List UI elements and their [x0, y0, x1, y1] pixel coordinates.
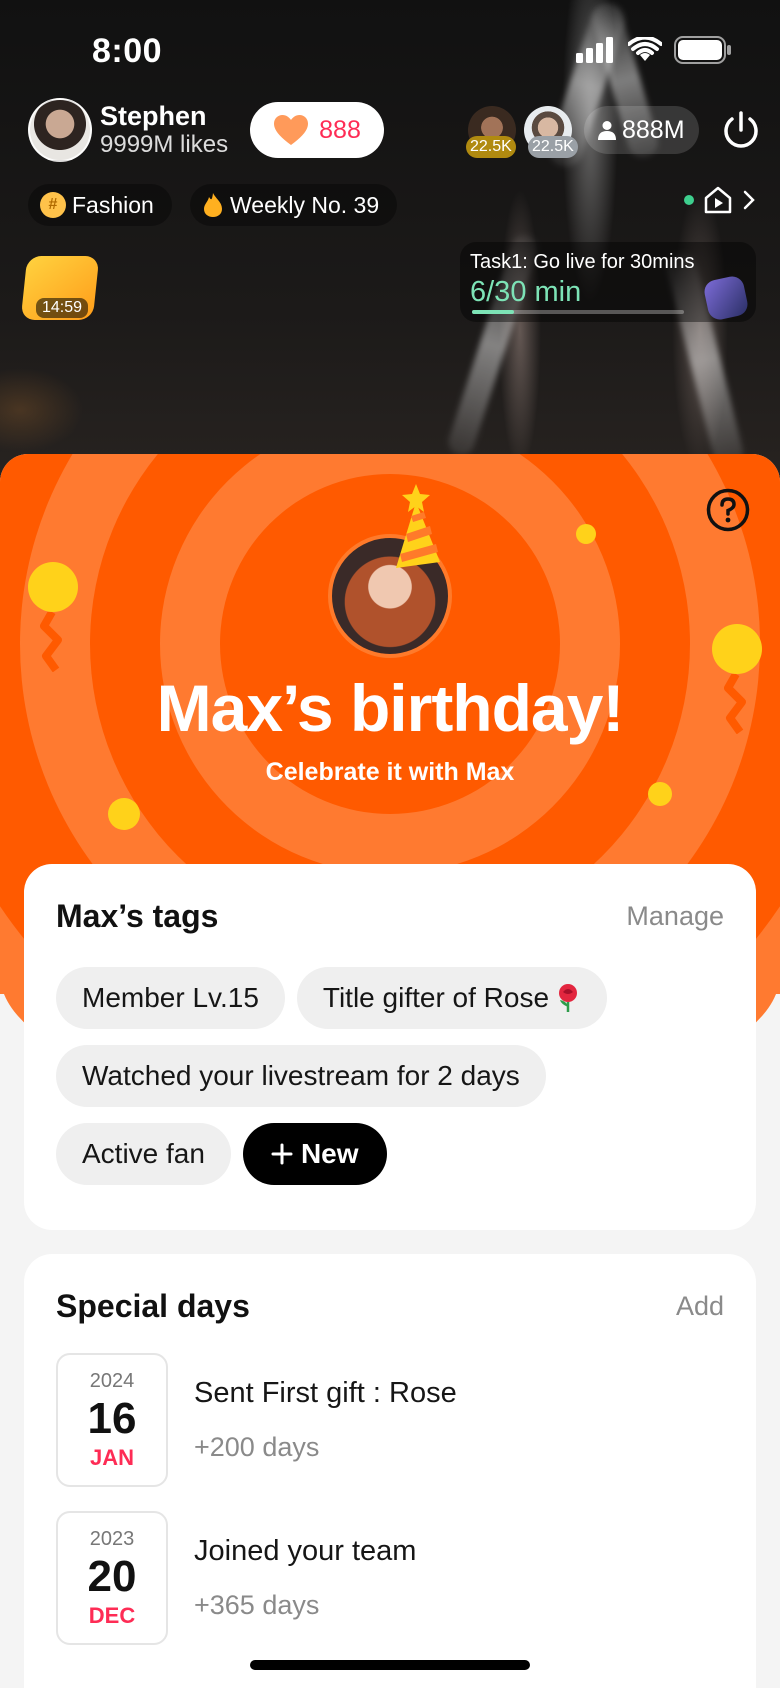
- category-label: Fashion: [72, 191, 154, 218]
- special-days-title: Special days: [56, 1288, 250, 1324]
- birthday-title: Max’s birthday!: [156, 671, 625, 745]
- new-tag-button[interactable]: New: [242, 1123, 387, 1185]
- special-days-card: Special days Add 2024 16 JAN Sent First …: [24, 1254, 756, 1688]
- host-name: Stephen: [100, 101, 207, 131]
- date-year: 2023: [89, 1527, 135, 1550]
- power-icon[interactable]: [720, 110, 762, 152]
- status-icons: [576, 36, 732, 64]
- person-icon: [598, 121, 616, 140]
- tag-chip[interactable]: Title gifter of Rose: [296, 967, 608, 1029]
- confetti-dot: [108, 798, 140, 830]
- like-button[interactable]: 888: [250, 102, 384, 158]
- special-day-title: Joined your team: [194, 1535, 417, 1567]
- viewer-count-pill[interactable]: 888M: [584, 106, 699, 154]
- special-day-item[interactable]: 2023 20 DEC Joined your team +365 days: [24, 1511, 756, 1645]
- task-progress-fill: [472, 310, 515, 314]
- rose-icon: [559, 984, 578, 1012]
- status-bar: 8:00: [0, 0, 780, 100]
- balloon-icon: [712, 624, 762, 674]
- special-day-duration: +200 days: [194, 1432, 320, 1462]
- special-day-item[interactable]: 2024 16 JAN Sent First gift : Rose +200 …: [24, 1353, 756, 1487]
- help-icon[interactable]: [706, 488, 750, 532]
- live-task-card[interactable]: Task1: Go live for 30mins 6/30 min: [460, 242, 756, 322]
- room-play-icon[interactable]: [702, 184, 734, 216]
- promo-gift-box[interactable]: 14:59: [20, 256, 100, 320]
- viewer-avatar[interactable]: 22.5K: [524, 106, 578, 158]
- battery-icon: [674, 36, 731, 64]
- date-day: 20: [87, 1551, 137, 1601]
- promo-timer: 14:59: [36, 298, 89, 318]
- like-count: 888: [319, 115, 361, 144]
- heart-icon: [274, 115, 309, 145]
- date-box: 2024 16 JAN: [56, 1353, 168, 1487]
- tag-chip[interactable]: Member Lv.15: [56, 967, 285, 1029]
- host-likes: 9999M likes: [100, 131, 229, 158]
- live-room-shortcuts[interactable]: [684, 184, 756, 216]
- viewer-avatar[interactable]: 22.5K: [466, 106, 516, 158]
- tag-label: Watched your livestream for 2 days: [82, 1060, 520, 1091]
- host-avatar[interactable]: [28, 98, 92, 162]
- task-progress-bar: [472, 310, 684, 314]
- cellular-signal-icon: [576, 37, 613, 63]
- birthday-subtitle: Celebrate it with Max: [265, 758, 515, 786]
- date-month: JAN: [89, 1444, 134, 1470]
- task-title: Task1: Go live for 30mins: [470, 251, 695, 273]
- flame-icon: [204, 193, 222, 217]
- confetti-dot: [576, 524, 596, 544]
- plus-icon: [271, 1143, 293, 1165]
- balloon-icon: [28, 562, 78, 612]
- new-tag-label: New: [300, 1138, 359, 1169]
- online-dot-icon: [684, 195, 694, 205]
- chevron-right-icon[interactable]: [742, 189, 756, 211]
- tags-card-title: Max’s tags: [56, 898, 219, 934]
- special-day-duration: +365 days: [194, 1590, 320, 1620]
- date-box: 2023 20 DEC: [56, 1511, 168, 1645]
- tag-chip[interactable]: Active fan: [56, 1123, 231, 1185]
- tag-label: Title gifter of Rose: [322, 982, 550, 1013]
- tag-chip[interactable]: Watched your livestream for 2 days: [56, 1045, 546, 1107]
- tag-label: Active fan: [82, 1138, 205, 1169]
- host-info[interactable]: Stephen 9999M likes: [28, 98, 228, 162]
- add-special-day-button[interactable]: Add: [676, 1291, 724, 1322]
- status-time: 8:00: [92, 32, 163, 70]
- date-month: DEC: [88, 1602, 136, 1628]
- ranking-chip[interactable]: Weekly No. 39: [190, 184, 398, 226]
- top-viewers[interactable]: 22.5K 22.5K: [466, 106, 580, 158]
- wifi-icon: [628, 37, 662, 61]
- tag-list: Member Lv.15 Title gifter of Rose Watche…: [24, 935, 756, 1185]
- date-year: 2024: [89, 1369, 135, 1392]
- tags-card: Max’s tags Manage Member Lv.15 Title gif…: [24, 864, 756, 1230]
- category-chip-fashion[interactable]: # Fashion: [28, 184, 172, 226]
- ranking-label: Weekly No. 39: [230, 191, 380, 218]
- viewer-gift-badge: 22.5K: [528, 136, 578, 158]
- balloon-string-icon: [40, 612, 62, 672]
- tag-label: Member Lv.15: [82, 982, 259, 1013]
- date-day: 16: [87, 1393, 137, 1443]
- viewer-gift-badge: 22.5K: [466, 136, 516, 158]
- manage-tags-button[interactable]: Manage: [626, 901, 724, 932]
- party-hat-icon: [396, 484, 440, 568]
- hashtag-icon: #: [40, 192, 66, 218]
- viewer-count: 888M: [622, 115, 685, 144]
- special-day-title: Sent First gift : Rose: [194, 1377, 457, 1409]
- home-indicator[interactable]: [250, 1660, 530, 1670]
